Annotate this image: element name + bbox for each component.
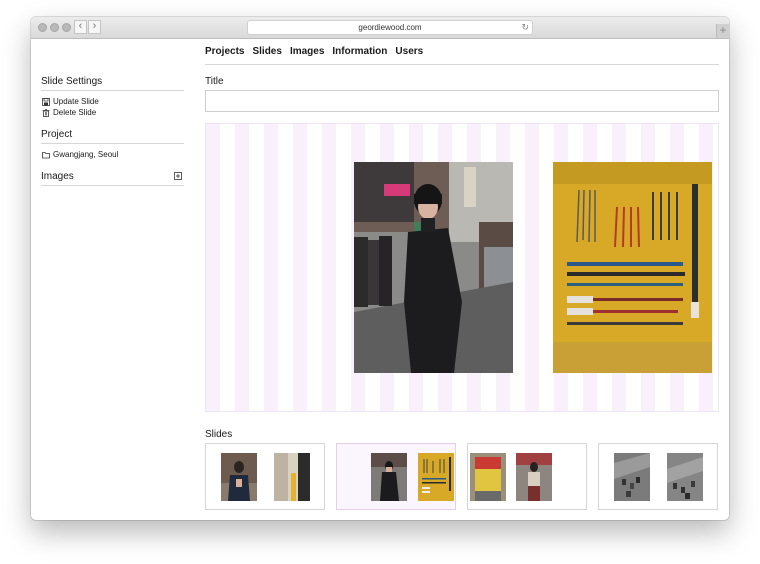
chevron-left-icon: ‹ (78, 20, 83, 32)
slide-thumbnail-1[interactable] (205, 443, 325, 510)
thumb-image (418, 453, 454, 501)
update-slide-button[interactable]: Update Slide (42, 97, 99, 106)
back-button[interactable]: ‹ (74, 20, 87, 34)
address-bar-url: geordiewood.com (358, 23, 422, 32)
nav-slides[interactable]: Slides (252, 46, 281, 57)
thumb-image (274, 453, 310, 501)
plus-icon: + (719, 23, 727, 37)
nav-projects[interactable]: Projects (205, 46, 244, 57)
slide-thumbnail-4[interactable] (598, 443, 718, 510)
slide-canvas[interactable] (205, 123, 719, 412)
title-label: Title (205, 76, 224, 87)
thumb-image (516, 453, 552, 501)
slide-thumbnail-3[interactable] (467, 443, 587, 510)
street-portrait-photo (354, 162, 513, 373)
tools-photo (553, 162, 712, 373)
delete-slide-label: Delete Slide (53, 108, 97, 117)
thumb-image (667, 453, 703, 501)
top-nav: Projects Slides Images Information Users (205, 46, 431, 57)
slide-settings-heading: Slide Settings (41, 76, 103, 87)
sidebar-divider (41, 143, 184, 144)
nav-information[interactable]: Information (332, 46, 387, 57)
trash-icon (42, 108, 50, 117)
update-slide-label: Update Slide (53, 97, 99, 106)
chevron-right-icon: › (92, 20, 97, 32)
sidebar-divider (41, 185, 184, 186)
project-name: Gwangjang, Seoul (53, 150, 119, 159)
thumb-image (221, 453, 257, 501)
minimize-window-button[interactable] (50, 23, 59, 32)
address-bar[interactable]: geordiewood.com ↻ (247, 20, 533, 35)
nav-images[interactable]: Images (290, 46, 324, 57)
slides-label: Slides (205, 429, 233, 440)
sidebar-divider (41, 90, 184, 91)
project-link[interactable]: Gwangjang, Seoul (42, 150, 118, 159)
browser-titlebar: ‹ › geordiewood.com ↻ + (31, 17, 729, 39)
browser-window: ‹ › geordiewood.com ↻ + Projects Slides Im… (31, 17, 729, 520)
images-heading: Images (41, 171, 74, 182)
slide-image-tools-on-yellow[interactable] (553, 162, 712, 373)
thumb-image (614, 453, 650, 501)
nav-users[interactable]: Users (395, 46, 423, 57)
folder-icon (42, 151, 50, 158)
new-tab-button[interactable]: + (716, 24, 729, 38)
top-nav-divider (205, 64, 719, 65)
thumb-image (470, 453, 506, 501)
thumb-image (371, 453, 407, 501)
slide-image-street-portrait[interactable] (354, 162, 513, 373)
slide-thumbnail-2[interactable] (336, 443, 456, 510)
add-image-icon[interactable] (174, 172, 182, 180)
title-input[interactable] (205, 90, 719, 112)
save-icon (42, 97, 50, 106)
reload-icon[interactable]: ↻ (521, 21, 529, 34)
project-heading: Project (41, 129, 73, 140)
zoom-window-button[interactable] (62, 23, 71, 32)
close-window-button[interactable] (38, 23, 47, 32)
delete-slide-button[interactable]: Delete Slide (42, 108, 96, 117)
forward-button[interactable]: › (88, 20, 101, 34)
